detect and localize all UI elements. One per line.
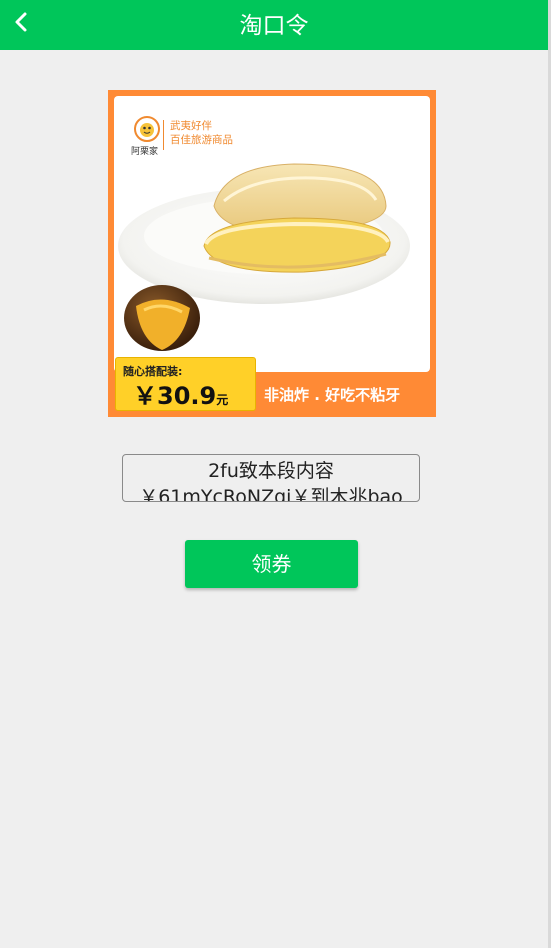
product-tagline: 非油炸 . 好吃不粘牙: [264, 386, 401, 404]
price-value: ￥30.9元: [133, 382, 229, 410]
page-title: 淘口令: [239, 13, 309, 39]
brand-slogan-line2: 百佳旅游商品: [170, 134, 233, 146]
price-badge: 随心搭配装: ￥30.9元: [115, 357, 256, 411]
brand-slogan-line1: 武夷好伴: [170, 120, 212, 132]
taokouling-code-text: 2fu致本段内容￥61mYcRoNZqi￥到木兆bao: [139, 460, 403, 502]
brand-name: 阿栗家: [131, 147, 159, 157]
product-image: 阿栗家 武夷好伴 百佳旅游商品 随心搭配装: ￥30.9元 非油炸 . 好吃不粘…: [108, 90, 436, 417]
product-photo-area: 阿栗家 武夷好伴 百佳旅游商品: [114, 96, 430, 372]
get-coupon-button[interactable]: 领券: [185, 540, 358, 588]
top-bar: 淘口令: [0, 0, 548, 50]
brand-logo-icon: [132, 114, 162, 146]
taokouling-code-field[interactable]: 2fu致本段内容￥61mYcRoNZqi￥到木兆bao: [122, 454, 420, 502]
price-unit: 元: [216, 393, 229, 407]
brand-divider: [163, 120, 164, 150]
